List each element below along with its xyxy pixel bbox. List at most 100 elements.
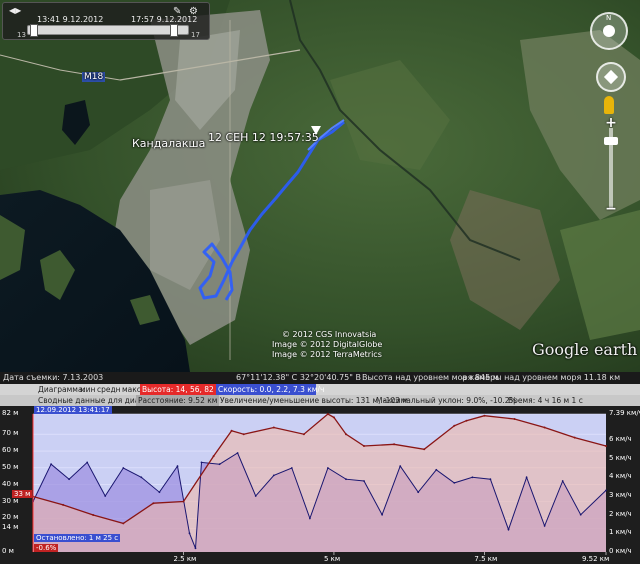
distance-tick-label: 2.5 км — [173, 555, 197, 563]
speed-tick-label: 7.39 км/ч — [609, 409, 640, 417]
altitude-tick-label: 0 м — [2, 547, 14, 555]
speed-point — [453, 482, 456, 484]
altitude-tick-label: 30 м — [2, 496, 19, 505]
zoom-out-button[interactable]: − — [603, 202, 619, 216]
altitude-series-toggle[interactable]: Высота: 14, 56, 82 м — [140, 384, 224, 395]
speed-point — [122, 467, 125, 469]
altitude-point — [332, 416, 335, 419]
altitude-point — [230, 429, 233, 432]
speed-point — [579, 513, 582, 516]
altitude-point — [326, 413, 329, 415]
total-time: Время: 4 ч 16 м 1 с — [508, 396, 583, 405]
diagram-summary-row: Диаграмма: мин средн макс Высота: 14, 56… — [0, 384, 640, 395]
imagery-date: Дата съемки: 7.13.2003 — [3, 373, 104, 382]
speed-point — [561, 480, 564, 482]
altitude-point — [453, 424, 456, 427]
move-joystick-icon[interactable] — [596, 62, 626, 92]
altitude-point — [483, 414, 486, 417]
imagery-credit-3: Image © 2012 TerraMetrics — [272, 350, 382, 359]
speed-point — [471, 476, 474, 479]
speed-point — [309, 517, 311, 520]
distance-tick-label: 9.52 км — [582, 555, 610, 563]
speed-tick-label: 3 км/ч — [609, 490, 632, 499]
speed-tick-label: 4 км/ч — [609, 472, 632, 481]
altitude-point — [573, 436, 576, 439]
speed-point — [200, 461, 203, 464]
speed-tick-label: 2 км/ч — [609, 509, 632, 518]
imagery-credit-2: Image © 2012 DigitalGlobe — [272, 340, 383, 349]
time-settings-icon[interactable]: ⚙ — [189, 6, 198, 17]
speed-point — [507, 528, 510, 531]
altitude-tick-label: 70 м — [2, 429, 19, 438]
max-slope: Максимальный уклон: 9.0%, -10.2% — [376, 396, 517, 405]
satellite-map-view[interactable]: M18 Кандалакша 12 СЕН 12 19:57:35 © 2012… — [0, 0, 640, 372]
time-slider-end-handle[interactable] — [170, 24, 178, 37]
elevation-profile-panel: Диаграмма: мин средн макс Высота: 14, 56… — [0, 384, 640, 564]
google-earth-window: M18 Кандалакша 12 СЕН 12 19:57:35 © 2012… — [0, 0, 640, 564]
speed-point — [86, 461, 89, 464]
altitude-point — [363, 445, 365, 447]
altitude-tick-label: 40 м — [2, 479, 19, 488]
altitude-point — [543, 426, 546, 429]
zoom-slider-track[interactable] — [604, 128, 618, 208]
distance-tick-label: 7.5 км — [474, 555, 498, 563]
speed-point — [188, 532, 191, 535]
time-slider-start-handle[interactable] — [30, 24, 38, 37]
road-label: M18 — [82, 72, 106, 82]
altitude-point — [272, 426, 275, 429]
end-time-label: 17:57 9.12.2012 — [131, 15, 198, 24]
look-joystick-icon[interactable]: N — [590, 12, 628, 50]
speed-point — [417, 491, 420, 494]
altitude-point — [182, 500, 185, 503]
wrench-icon[interactable]: ✎ — [173, 6, 181, 17]
stopped-duration-label: Остановлено: 1 м 25 с — [34, 534, 121, 542]
city-label[interactable]: Кандалакша — [132, 137, 205, 150]
distance-tick-label: 5 км — [323, 555, 341, 563]
altitude-point — [212, 455, 215, 458]
start-count: 13 — [17, 31, 26, 39]
speed-point — [50, 463, 52, 466]
speed-point — [272, 474, 275, 477]
altitude-tick-label: 60 м — [2, 446, 19, 455]
distance-value: Расстояние: 9.52 км — [136, 395, 220, 406]
status-bar: Дата съемки: 7.13.2003 67°11'12.38" С 32… — [0, 372, 640, 384]
altitude-point — [465, 419, 468, 422]
speed-point — [176, 465, 179, 467]
speed-point — [254, 495, 257, 497]
time-slider-panel[interactable]: ◀▶ 13:41 9.12.2012 17:57 9.12.2012 ✎ ⚙ 1… — [2, 2, 210, 40]
time-slider-track[interactable] — [27, 24, 189, 37]
range-summary-row: Сводные данные для диапазона: Расстояние… — [0, 395, 640, 406]
altitude-point — [92, 514, 95, 516]
altitude-point — [122, 522, 125, 525]
speed-point — [489, 478, 492, 481]
coordinates-readout: 67°11'12.38" С 32°20'40.75" В — [236, 373, 361, 382]
play-icon[interactable]: ◀▶ — [9, 6, 21, 15]
speed-point — [290, 467, 293, 469]
speed-point — [363, 480, 365, 482]
altitude-point — [242, 433, 245, 436]
altitude-point — [62, 503, 65, 506]
speed-point — [104, 495, 107, 497]
eye-altitude-readout: а камеры над уровнем моря 11.18 км — [462, 373, 621, 382]
speed-point — [399, 465, 402, 467]
altitude-point — [393, 443, 396, 446]
altitude-point — [302, 433, 305, 436]
street-view-pegman-icon[interactable] — [604, 96, 614, 114]
speed-series-toggle[interactable]: Скорость: 0.0, 2.2, 7.3 км/ч — [216, 384, 324, 395]
speed-point — [435, 468, 438, 471]
track-point-label[interactable]: 12 СЕН 12 19:57:35 — [208, 131, 319, 144]
speed-point — [194, 547, 197, 550]
north-icon[interactable]: N — [606, 14, 611, 22]
cursor-slope-marker: -0.6% — [34, 544, 59, 552]
speed-tick-label: 6 км/ч — [609, 434, 632, 443]
speed-point — [236, 452, 239, 454]
speed-point — [345, 478, 347, 481]
track-point-marker-icon[interactable] — [311, 126, 321, 135]
zoom-slider-handle[interactable] — [604, 137, 618, 145]
speed-tick-label: 5 км/ч — [609, 453, 632, 462]
altitude-tick-label: 82 м — [2, 409, 19, 417]
altitude-tick-label: 20 м — [2, 513, 19, 522]
altitude-point — [423, 448, 426, 451]
altitude-point — [345, 433, 347, 436]
cursor-time-label: 12.09.2012 13:41:17 — [34, 406, 112, 414]
